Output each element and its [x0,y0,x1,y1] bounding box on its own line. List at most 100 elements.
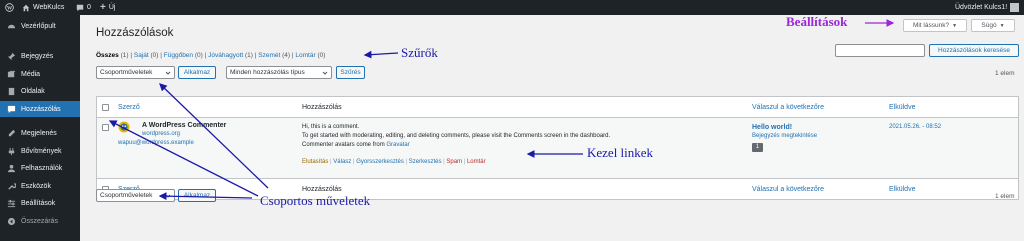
home-icon [22,4,30,12]
help-label: Súgó [981,22,997,29]
column-submitted-footer[interactable]: Elküldve [889,186,915,193]
edit-link[interactable]: Szerkesztés [409,159,442,165]
author-url-link[interactable]: wordpress.org [142,131,180,137]
search-comments-button[interactable]: Hozzászólások keresése [929,44,1019,57]
account-menu[interactable]: Üdvözlet Kulcs1! [955,0,1020,15]
comment-date-link[interactable]: 2021.05.26. - 08:52 [889,124,941,130]
author-email-link[interactable]: wapuu@wordpress.example [118,140,194,146]
reply-link[interactable]: Válasz [333,159,351,165]
bulk-actions-value: Csoportműveletek [100,192,153,199]
comment-type-select[interactable]: Minden hozzászólás típus [226,66,332,79]
comment-text-line: Commenter avatars come from Gravatar [302,142,410,148]
annotation-settings: Beállítások [786,14,848,29]
trash-link[interactable]: Lomtár [467,159,486,165]
comments-table: Szerző Hozzászólás Válaszul a következőr… [96,96,1019,200]
menu-item-plugins[interactable]: Bővítmények [0,144,80,159]
select-all-checkbox[interactable] [102,104,109,111]
menu-item-comments[interactable]: Hozzászólás [0,101,80,117]
caret-down-icon: ▼ [952,22,958,29]
post-title-link[interactable]: Hello world! [752,124,792,131]
menu-label: Megjelenés [21,130,57,137]
menu-item-media[interactable]: Média [0,67,80,82]
bulk-actions-value: Csoportműveletek [100,69,153,76]
users-icon [4,164,18,173]
spam-link[interactable]: Spam [446,159,462,165]
filter-trash[interactable]: Lomtár (0) [295,52,325,59]
screen-options-button[interactable]: Mit lássunk? ▼ [903,19,967,32]
items-count-bottom: 1 elem [995,193,1015,200]
menu-item-tools[interactable]: Eszközök [0,179,80,194]
filter-button[interactable]: Szűrés [336,66,365,79]
status-filters: Összes (1) | Saját (0) | Függőben (0) | … [96,52,326,59]
apply-button-top[interactable]: Alkalmaz [178,66,216,79]
gravatar-link[interactable]: Gravatar [386,142,409,148]
author-avatar [118,121,130,135]
row-actions: Elutasítás | Válasz | Gyorsszerkesztés |… [302,159,486,165]
column-comment: Hozzászólás [302,104,342,111]
post-comment-count-badge[interactable]: 1 [752,143,763,152]
filter-spam[interactable]: Szemét (4) [258,52,290,59]
menu-label: Oldalak [21,88,45,95]
menu-collapse[interactable]: Összezárás [0,214,80,229]
collapse-icon [4,217,18,226]
menu-label: Összezárás [21,218,58,225]
avatar [1010,3,1020,12]
menu-label: Beállítások [21,200,56,207]
dashboard-icon [4,22,18,31]
main-content: Mit lássunk? ▼ Súgó ▼ Hozzászólások Össz… [80,15,1024,241]
filter-all[interactable]: Összes (1) [96,52,129,59]
column-author[interactable]: Szerző [118,104,140,111]
view-post-link[interactable]: Bejegyzés megtekintése [752,133,817,139]
site-name-link[interactable]: WebKulcs [22,0,64,15]
row-checkbox[interactable] [102,124,109,131]
column-submitted[interactable]: Elküldve [889,104,915,111]
comment-text-line: Hi, this is a comment. [302,124,360,130]
wordpress-logo-icon[interactable]: W [5,0,14,15]
table-footer: Szerző Hozzászólás Válaszul a következőr… [97,178,1018,199]
menu-label: Hozzászólás [21,105,61,113]
admin-bar: W WebKulcs 0 + Új Üdvözlet Kulcs1! [0,0,1024,15]
search-input[interactable] [835,44,925,57]
quick-edit-link[interactable]: Gyorsszerkesztés [356,159,404,165]
filter-pending[interactable]: Függőben (0) [164,52,203,59]
bulk-actions-select-bottom[interactable]: Csoportműveletek [96,189,175,202]
annotation-links: Kezel linkek [587,145,654,160]
column-response[interactable]: Válaszul a következőre [752,104,824,111]
help-button[interactable]: Súgó ▼ [971,19,1015,32]
pin-icon [4,52,18,61]
plus-icon: + [100,2,106,13]
comment-bubble-icon [76,4,84,12]
column-response-footer[interactable]: Válaszul a következőre [752,186,824,193]
bulk-actions-select-top[interactable]: Csoportműveletek [96,66,175,79]
menu-label: Vezérlőpult [21,23,56,30]
new-label: Új [108,4,116,11]
chevron-down-icon [165,70,171,78]
apply-button-bottom[interactable]: Alkalmaz [178,189,216,202]
author-name: A WordPress Commenter [142,122,227,129]
comment-text-line: To get started with moderating, editing,… [302,133,611,139]
menu-item-users[interactable]: Felhasználók [0,161,80,176]
comment-text: Commenter avatars come from [302,142,385,148]
menu-item-pages[interactable]: Oldalak [0,84,80,99]
page-title: Hozzászólások [96,27,174,39]
svg-text:W: W [7,6,13,12]
new-content-link[interactable]: + Új [100,0,115,15]
media-icon [4,70,18,79]
admin-menu: Vezérlőpult Bejegyzés Média Oldalak Hozz… [0,15,80,241]
chevron-down-icon [322,70,328,78]
annotation-filters: Szűrők [401,45,438,60]
greeting: Üdvözlet Kulcs1! [955,4,1008,11]
menu-item-dashboard[interactable]: Vezérlőpult [0,19,80,34]
appearance-icon [4,129,18,138]
menu-item-posts[interactable]: Bejegyzés [0,49,80,64]
menu-label: Média [21,71,41,78]
filter-approved[interactable]: Jóváhagyott (1) [208,52,253,59]
menu-label: Bővítmények [21,148,62,155]
menu-item-settings[interactable]: Beállítások [0,196,80,211]
plugins-icon [4,147,18,156]
filter-mine[interactable]: Saját (0) [134,52,159,59]
tools-icon [4,182,18,191]
unapprove-link[interactable]: Elutasítás [302,159,328,165]
comments-link[interactable]: 0 [76,0,91,15]
menu-item-appearance[interactable]: Megjelenés [0,126,80,141]
